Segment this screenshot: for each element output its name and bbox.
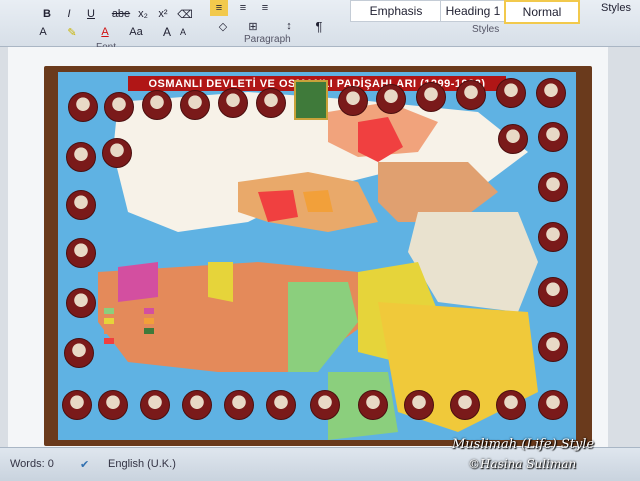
- strikethrough-button[interactable]: abe: [108, 6, 134, 22]
- map-graphic: [98, 92, 538, 440]
- legend-swatch: [144, 318, 154, 324]
- sultan-portrait: [450, 390, 480, 420]
- grow-font-button[interactable]: A: [160, 24, 174, 40]
- sultan-portrait: [416, 82, 446, 112]
- sultan-portrait: [536, 78, 566, 108]
- legend-swatch: [104, 318, 114, 324]
- sultan-portrait: [66, 190, 96, 220]
- ottoman-coat-of-arms: [294, 80, 328, 120]
- legend-swatch: [104, 338, 114, 344]
- underline-button[interactable]: U: [82, 6, 100, 22]
- sultan-portrait: [62, 390, 92, 420]
- show-marks-button[interactable]: ¶: [310, 18, 328, 34]
- borders-icon[interactable]: ⊞: [244, 18, 262, 34]
- sultan-portrait: [358, 390, 388, 420]
- sultan-portrait: [64, 338, 94, 368]
- legend-swatch: [144, 328, 154, 334]
- sultan-portrait: [538, 277, 568, 307]
- legend-swatch: [104, 308, 114, 314]
- legend-swatch: [144, 308, 154, 314]
- font-color-button[interactable]: A: [96, 24, 114, 40]
- sultan-portrait: [180, 90, 210, 120]
- text-effects-icon[interactable]: A: [34, 24, 52, 40]
- style-normal[interactable]: Normal: [504, 0, 580, 24]
- sultan-portrait: [142, 90, 172, 120]
- sultan-portrait: [104, 92, 134, 122]
- change-case-button[interactable]: Aa: [124, 24, 148, 40]
- styles-group-label: Styles: [472, 24, 500, 35]
- sultan-portrait: [218, 88, 248, 118]
- superscript-button[interactable]: x²: [154, 6, 172, 22]
- sultan-portrait: [68, 92, 98, 122]
- sultan-portrait: [66, 142, 96, 172]
- sultan-portrait: [66, 288, 96, 318]
- proofing-icon[interactable]: ✔: [80, 458, 89, 471]
- bold-button[interactable]: B: [38, 6, 56, 22]
- sultan-portrait: [256, 88, 286, 118]
- sultan-portrait: [376, 84, 406, 114]
- sultan-portrait: [66, 238, 96, 268]
- align-center-icon[interactable]: ≡: [234, 0, 252, 16]
- italic-button[interactable]: I: [60, 6, 78, 22]
- paragraph-group-label: Paragraph: [244, 34, 291, 45]
- sultan-portrait: [182, 390, 212, 420]
- sultan-portrait: [102, 138, 132, 168]
- sultan-portrait: [538, 172, 568, 202]
- sort-icon[interactable]: ↕: [280, 18, 298, 34]
- word-count[interactable]: Words: 0: [10, 458, 54, 470]
- sultan-portrait: [538, 390, 568, 420]
- sultan-portrait: [140, 390, 170, 420]
- highlight-icon[interactable]: ✎: [62, 24, 82, 40]
- ribbon: B I U abe x₂ x² ⌫ A ✎ A Aa A A Font ≡ ≡ …: [0, 0, 640, 53]
- sultan-portrait: [266, 390, 296, 420]
- language-indicator[interactable]: English (U.K.): [108, 458, 176, 470]
- sultan-portrait: [496, 390, 526, 420]
- watermark-line-1: Muslimah (Life) Style: [452, 437, 595, 452]
- sultan-portrait: [310, 390, 340, 420]
- style-emphasis[interactable]: Emphasis: [350, 0, 442, 22]
- subscript-button[interactable]: x₂: [134, 6, 152, 22]
- shading-icon[interactable]: ◇: [214, 18, 232, 34]
- sultan-portrait: [496, 78, 526, 108]
- clear-format-icon[interactable]: ⌫: [176, 6, 194, 22]
- align-right-icon[interactable]: ≡: [256, 0, 274, 16]
- style-heading-1[interactable]: Heading 1: [440, 0, 506, 22]
- sultan-portrait: [338, 86, 368, 116]
- map-legend: [104, 308, 194, 368]
- sultan-portrait: [404, 390, 434, 420]
- align-left-icon[interactable]: ≡: [210, 0, 228, 16]
- legend-swatch: [104, 328, 114, 334]
- ottoman-map-image: OSMANLI DEVLETİ VE OSMANLI PADİŞAHLARI (…: [58, 72, 576, 440]
- sultan-portrait: [538, 222, 568, 252]
- watermark-line-2: ©Hasina Suliman: [468, 457, 577, 471]
- sultan-portrait: [498, 124, 528, 154]
- sultan-portrait: [456, 80, 486, 110]
- sultan-portrait: [538, 332, 568, 362]
- styles-menu-button[interactable]: Styles: [596, 0, 636, 16]
- sultan-portrait: [538, 122, 568, 152]
- sultan-portrait: [224, 390, 254, 420]
- sultan-portrait: [98, 390, 128, 420]
- shrink-font-button[interactable]: A: [176, 24, 190, 40]
